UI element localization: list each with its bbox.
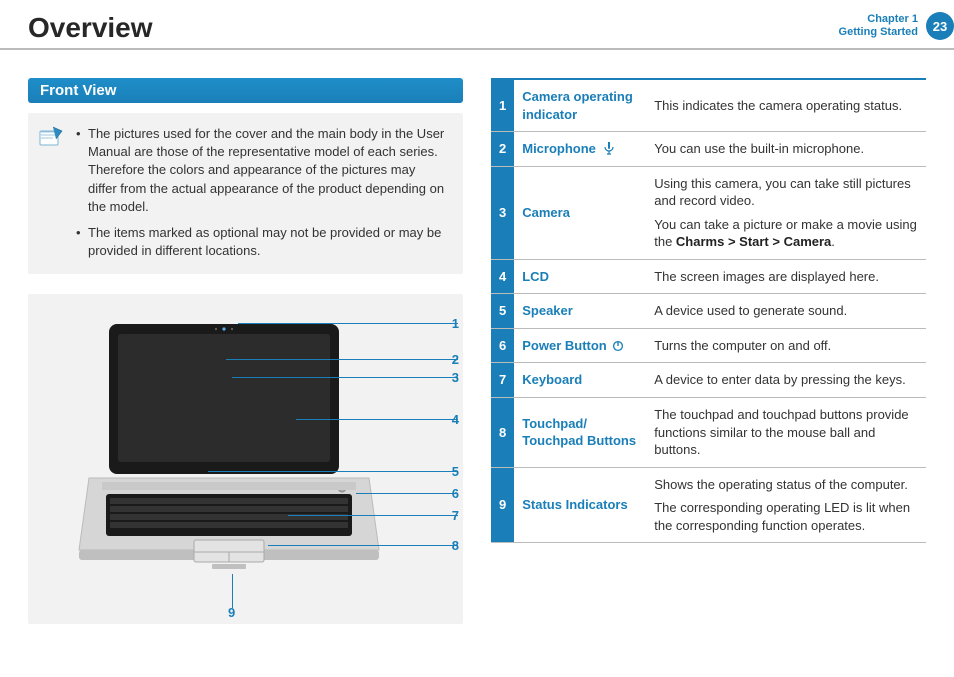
parts-table: 1Camera operating indicatorThis indicate… xyxy=(491,78,926,543)
left-column: Front View The pictures used for the cov… xyxy=(28,78,463,624)
callout-line xyxy=(226,359,458,360)
note-list: The pictures used for the cover and the … xyxy=(76,125,447,260)
part-name: Camera operating indicator xyxy=(514,79,646,132)
part-number: 5 xyxy=(491,294,514,329)
part-description: Shows the operating status of the comput… xyxy=(646,467,926,543)
part-number: 2 xyxy=(491,132,514,167)
part-name: Speaker xyxy=(514,294,646,329)
note-box: The pictures used for the cover and the … xyxy=(28,113,463,274)
part-description: Using this camera, you can take still pi… xyxy=(646,166,926,259)
callout-line xyxy=(232,574,233,608)
part-number: 7 xyxy=(491,363,514,398)
table-row: 1Camera operating indicatorThis indicate… xyxy=(491,79,926,132)
callout-line xyxy=(208,471,458,472)
part-name: LCD xyxy=(514,259,646,294)
chapter-number: Chapter 1 xyxy=(839,13,918,26)
part-number: 9 xyxy=(491,467,514,543)
table-row: 9Status IndicatorsShows the operating st… xyxy=(491,467,926,543)
chapter-title: Getting Started xyxy=(839,26,918,39)
chapter-block: Chapter 1 Getting Started xyxy=(839,13,924,39)
table-row: 4LCDThe screen images are displayed here… xyxy=(491,259,926,294)
part-description: This indicates the camera operating stat… xyxy=(646,79,926,132)
callout-line xyxy=(268,545,458,546)
table-row: 7KeyboardA device to enter data by press… xyxy=(491,363,926,398)
section-banner: Front View xyxy=(28,78,463,103)
note-icon xyxy=(38,125,64,147)
table-row: 8Touchpad/ Touchpad ButtonsThe touchpad … xyxy=(491,398,926,468)
part-number: 8 xyxy=(491,398,514,468)
part-number: 1 xyxy=(491,79,514,132)
page-title: Overview xyxy=(28,12,153,44)
right-column: 1Camera operating indicatorThis indicate… xyxy=(491,78,926,624)
table-row: 2Microphone You can use the built-in mic… xyxy=(491,132,926,167)
table-row: 5SpeakerA device used to generate sound. xyxy=(491,294,926,329)
power-icon xyxy=(610,338,624,353)
part-description: A device to enter data by pressing the k… xyxy=(646,363,926,398)
note-item: The items marked as optional may not be … xyxy=(76,224,447,260)
page-number-badge: 23 xyxy=(926,12,954,40)
part-name: Status Indicators xyxy=(514,467,646,543)
illustration-box: 1 2 3 4 5 6 7 8 9 xyxy=(28,294,463,624)
callout-line xyxy=(356,493,458,494)
part-description: A device used to generate sound. xyxy=(646,294,926,329)
mic-icon xyxy=(600,141,616,156)
part-name: Touchpad/ Touchpad Buttons xyxy=(514,398,646,468)
note-item: The pictures used for the cover and the … xyxy=(76,125,447,216)
part-description: The screen images are displayed here. xyxy=(646,259,926,294)
header-right: Chapter 1 Getting Started 23 xyxy=(839,12,954,40)
part-description: The touchpad and touchpad buttons provid… xyxy=(646,398,926,468)
content: Front View The pictures used for the cov… xyxy=(0,50,954,624)
part-number: 3 xyxy=(491,166,514,259)
callout-line xyxy=(238,323,458,324)
part-name: Microphone xyxy=(514,132,646,167)
callout-line xyxy=(296,419,458,420)
part-number: 4 xyxy=(491,259,514,294)
part-name: Power Button xyxy=(514,328,646,363)
callout-line xyxy=(232,377,458,378)
part-description: Turns the computer on and off. xyxy=(646,328,926,363)
part-description: You can use the built-in microphone. xyxy=(646,132,926,167)
page-header: Overview Chapter 1 Getting Started 23 xyxy=(0,0,954,50)
part-name: Keyboard xyxy=(514,363,646,398)
callout-line xyxy=(288,515,458,516)
part-name: Camera xyxy=(514,166,646,259)
table-row: 3CameraUsing this camera, you can take s… xyxy=(491,166,926,259)
part-number: 6 xyxy=(491,328,514,363)
table-row: 6Power Button Turns the computer on and … xyxy=(491,328,926,363)
